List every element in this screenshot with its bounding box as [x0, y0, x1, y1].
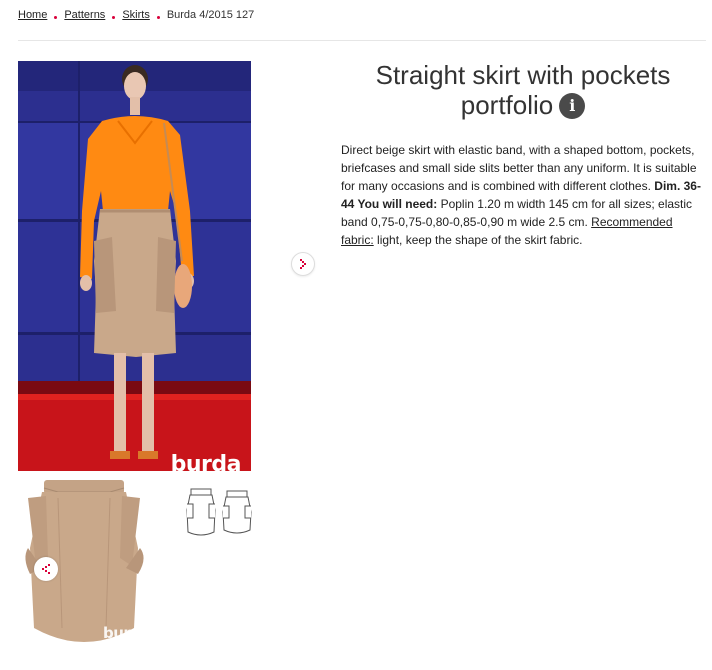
burda-watermark: burda	[170, 452, 242, 471]
breadcrumb-current: Burda 4/2015 127	[166, 9, 255, 21]
product-title-line2: portfolio	[460, 90, 554, 120]
product-description: Direct beige skirt with elastic band, wi…	[341, 143, 701, 247]
share-icon	[42, 564, 50, 574]
breadcrumb: Home Patterns Skirts Burda 4/2015 127	[18, 9, 254, 21]
next-image-button[interactable]	[291, 252, 315, 276]
breadcrumb-separator	[112, 15, 116, 19]
chevron-right-icon	[300, 259, 306, 269]
info-icon[interactable]: i	[559, 93, 586, 119]
burda-watermark: burda	[103, 624, 151, 642]
share-button[interactable]	[34, 557, 58, 581]
product-title-line1: Straight skirt with pockets	[375, 60, 671, 90]
product-title: Straight skirt with pockets portfolio i	[345, 60, 701, 120]
breadcrumb-patterns-link[interactable]: Patterns	[64, 9, 105, 21]
breadcrumb-home-link[interactable]: Home	[18, 9, 47, 21]
main-product-photo[interactable]: burda	[18, 61, 251, 471]
breadcrumb-skirts-link[interactable]: Skirts	[122, 9, 150, 21]
technical-drawing-thumbnail[interactable]	[183, 486, 255, 540]
breadcrumb-separator	[156, 15, 160, 19]
breadcrumb-separator	[54, 15, 58, 19]
header-divider	[18, 40, 706, 41]
